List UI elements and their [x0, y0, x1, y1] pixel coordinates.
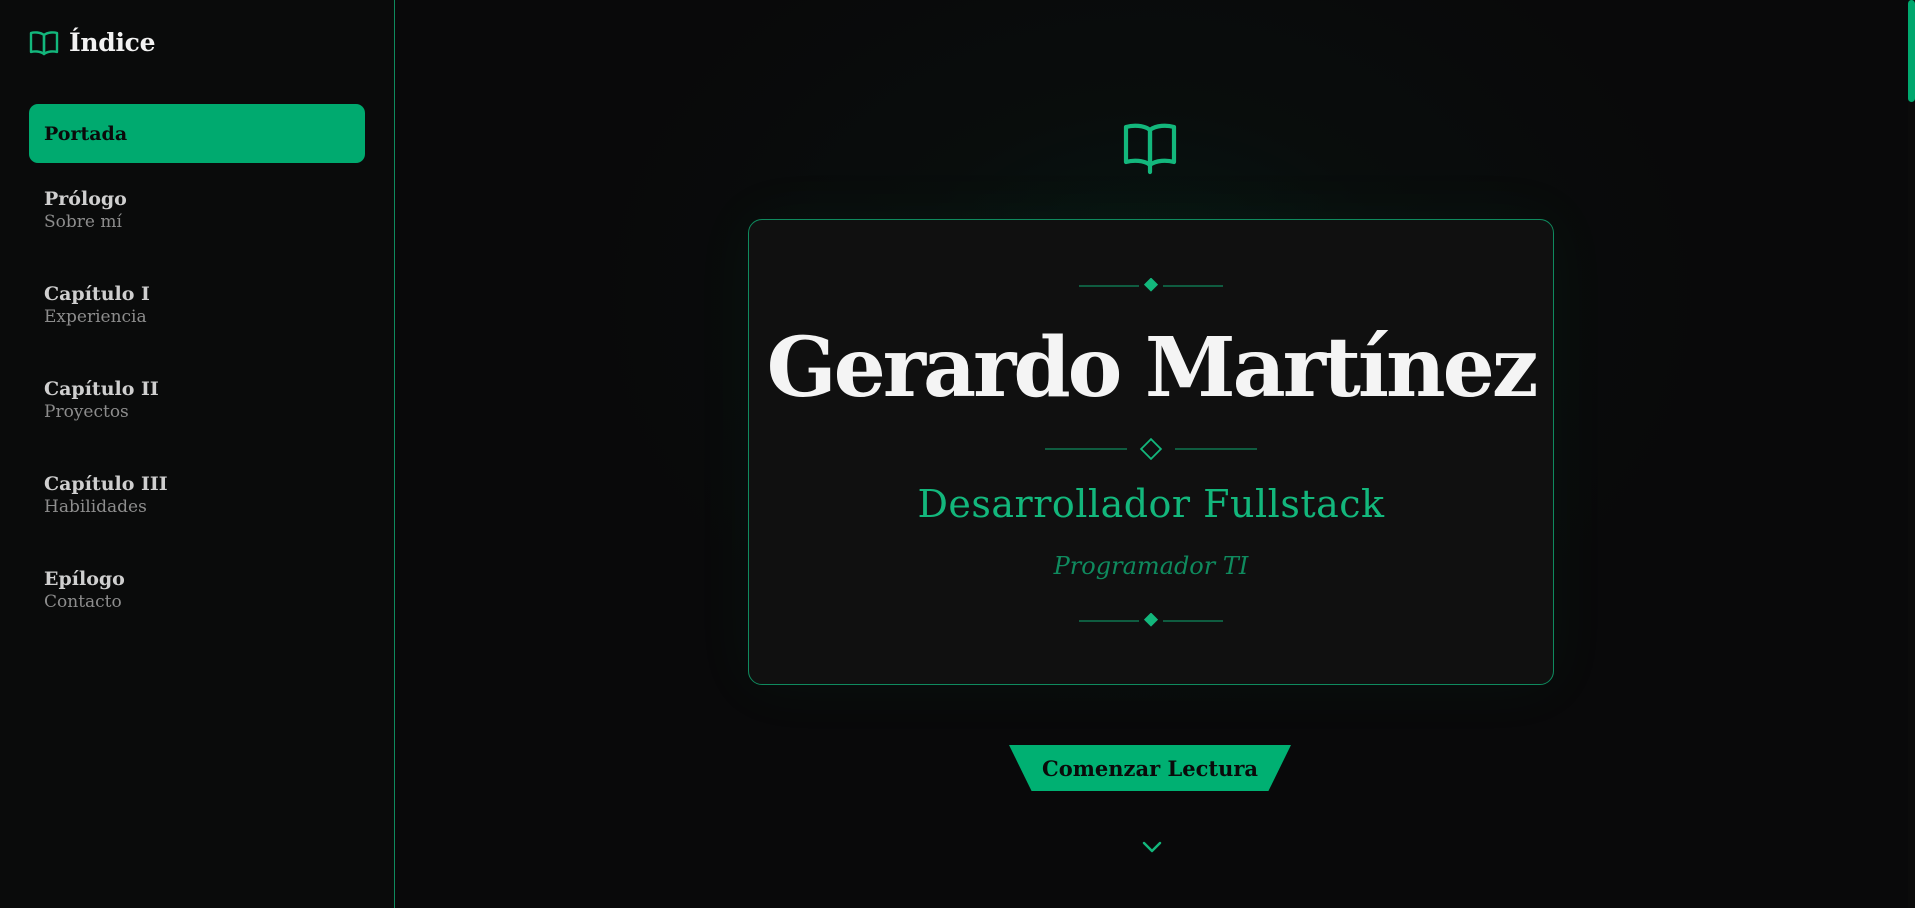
- title-card: Gerardo Martínez Desarrollador Fullstack…: [748, 219, 1554, 685]
- nav-item-label: Prólogo: [44, 188, 127, 210]
- nav-item-prologo[interactable]: Prólogo Sobre mí: [29, 187, 365, 282]
- diamond-outline-ornament-icon: [1045, 437, 1257, 464]
- app: Índice Portada Prólogo Sobre mí Capítulo…: [0, 0, 1915, 908]
- nav-item-epilogo[interactable]: Epílogo Contacto: [29, 567, 365, 662]
- book-open-icon: [1122, 120, 1178, 180]
- nav-item-capitulo-3[interactable]: Capítulo III Habilidades: [29, 472, 365, 567]
- chevron-down-icon[interactable]: [1140, 838, 1164, 860]
- nav-item-label: Epílogo: [44, 568, 125, 590]
- nav-item-capitulo-1[interactable]: Capítulo I Experiencia: [29, 282, 365, 377]
- job-subtitle: Programador TI: [1053, 552, 1249, 580]
- scrollbar[interactable]: [1908, 0, 1915, 908]
- nav-item-subtitle: Habilidades: [44, 497, 147, 517]
- nav-item-subtitle: Sobre mí: [44, 212, 122, 232]
- nav-item-label: Capítulo I: [44, 283, 150, 305]
- nav-item-subtitle: Experiencia: [44, 307, 147, 327]
- nav-item-subtitle: Proyectos: [44, 402, 129, 422]
- start-reading-label: Comenzar Lectura: [1041, 755, 1259, 781]
- sidebar-title: Índice: [69, 28, 156, 57]
- diamond-ornament-icon: [1076, 277, 1226, 298]
- nav-item-portada[interactable]: Portada: [29, 104, 365, 163]
- start-reading-button[interactable]: Comenzar Lectura: [1009, 745, 1291, 791]
- chapter-nav: Portada Prólogo Sobre mí Capítulo I Expe…: [29, 104, 365, 662]
- nav-item-subtitle: Contacto: [44, 592, 122, 612]
- scrollbar-thumb[interactable]: [1908, 0, 1915, 102]
- sidebar-header: Índice: [29, 28, 155, 57]
- nav-item-capitulo-2[interactable]: Capítulo II Proyectos: [29, 377, 365, 472]
- book-open-icon: [29, 30, 59, 56]
- author-name: Gerardo Martínez: [766, 320, 1539, 416]
- nav-item-label: Portada: [44, 122, 128, 145]
- diamond-ornament-icon: [1076, 612, 1226, 633]
- nav-item-label: Capítulo II: [44, 378, 159, 400]
- sidebar: Índice Portada Prólogo Sobre mí Capítulo…: [0, 0, 395, 908]
- job-title: Desarrollador Fullstack: [917, 482, 1385, 526]
- cover-page: Gerardo Martínez Desarrollador Fullstack…: [396, 0, 1915, 908]
- nav-item-label: Capítulo III: [44, 473, 168, 495]
